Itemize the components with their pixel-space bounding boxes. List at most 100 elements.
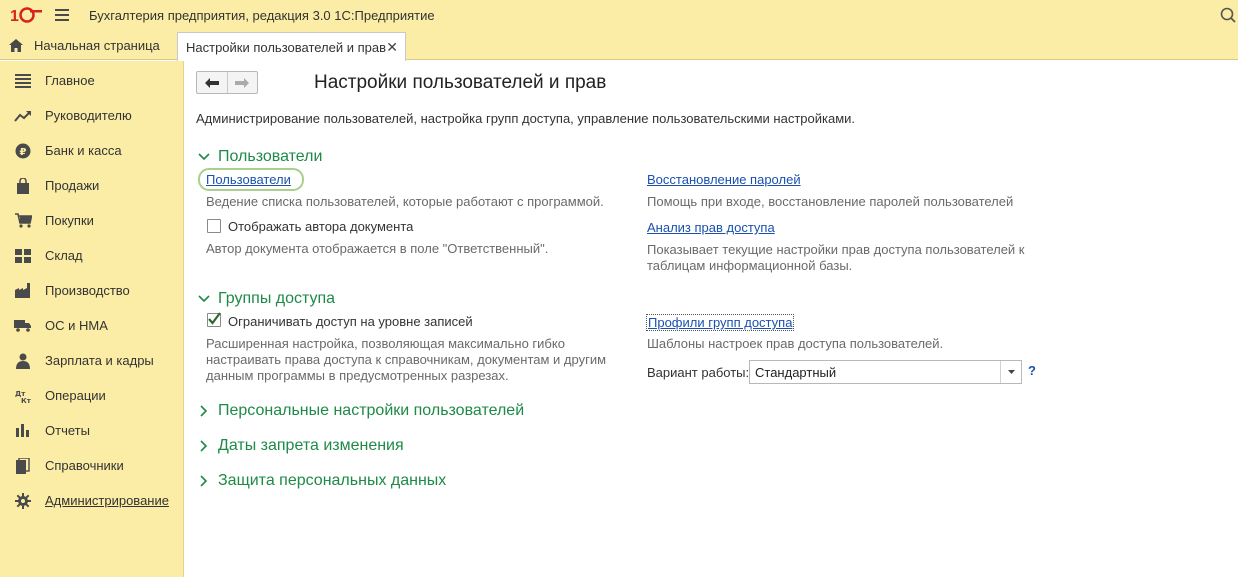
sidebar-item-label: Операции [45, 388, 106, 403]
close-tab-icon[interactable]: ✕ [386, 39, 398, 56]
section-users-header[interactable]: Пользователи [198, 148, 322, 166]
chevron-right-icon [198, 475, 210, 487]
help-button[interactable]: ? [1028, 363, 1036, 378]
section-dates-header[interactable]: Даты запрета изменения [198, 437, 404, 455]
sidebar-item-manager[interactable]: Руководителю [0, 98, 184, 133]
person-icon [14, 352, 32, 370]
app-title: Бухгалтерия предприятия, редакция 3.0 1С… [89, 8, 435, 23]
gear-icon [14, 492, 32, 510]
shopping-bag-icon [14, 177, 32, 195]
restrict-access-checkbox[interactable] [207, 312, 221, 327]
sidebar-item-label: Справочники [45, 458, 124, 473]
show-author-checkbox[interactable] [207, 219, 221, 233]
users-link[interactable]: Пользователи [206, 172, 291, 187]
chevron-right-icon [198, 440, 210, 452]
sidebar-item-label: Производство [45, 283, 130, 298]
sidebar-item-label: Продажи [45, 178, 100, 193]
access-profiles-link[interactable]: Профили групп доступа [646, 314, 795, 331]
dropdown-arrow-icon[interactable] [1000, 361, 1021, 383]
book-icon [14, 457, 32, 475]
sidebar-item-label: Главное [45, 73, 95, 88]
section-privacy-title: Защита персональных данных [218, 472, 447, 489]
svg-text:1: 1 [10, 8, 19, 24]
checkmark-icon [208, 312, 221, 325]
work-mode-label: Вариант работы: [647, 365, 750, 380]
restrict-access-label: Ограничивать доступ на уровне записей [228, 314, 473, 329]
section-groups-title: Группы доступа [218, 290, 336, 307]
menu-lines-icon [14, 72, 32, 90]
1c-logo-icon[interactable]: 1 [10, 6, 42, 24]
sidebar-item-bank[interactable]: ₽ Банк и касса [0, 133, 184, 168]
ruble-coin-icon: ₽ [14, 142, 32, 160]
work-mode-select[interactable]: Стандартный [749, 360, 1022, 384]
section-users-title: Пользователи [218, 148, 323, 165]
truck-icon [14, 317, 32, 335]
trend-chart-icon [14, 107, 32, 125]
sidebar-item-operations[interactable]: Дт Кт Операции [0, 378, 184, 413]
sidebar-item-label: Банк и касса [45, 143, 122, 158]
svg-text:Кт: Кт [21, 397, 32, 404]
sidebar-item-assets[interactable]: ОС и НМА [0, 308, 184, 343]
sidebar-item-salary[interactable]: Зарплата и кадры [0, 343, 184, 378]
chevron-right-icon [198, 405, 210, 417]
access-analysis-hint-line1: Показывает текущие настройки прав доступ… [647, 242, 1025, 257]
sidebar-item-label: Покупки [45, 213, 94, 228]
history-nav [196, 71, 258, 94]
restrict-access-hint-line1: Расширенная настройка, позволяющая макси… [206, 336, 565, 351]
bar-report-icon [14, 422, 32, 440]
sidebar: Главное Руководителю ₽ Банк и касса Прод… [0, 61, 184, 577]
sidebar-item-production[interactable]: Производство [0, 273, 184, 308]
section-personal-header[interactable]: Персональные настройки пользователей [198, 402, 524, 420]
sidebar-item-main[interactable]: Главное [0, 63, 184, 98]
main-menu-icon[interactable] [55, 9, 69, 21]
show-author-hint: Автор документа отображается в поле "Отв… [206, 241, 549, 256]
section-personal-title: Персональные настройки пользователей [218, 402, 525, 419]
sidebar-item-administration[interactable]: Администрирование [0, 483, 184, 518]
sidebar-item-label: Отчеты [45, 423, 90, 438]
tab-home[interactable]: Начальная страница [0, 31, 170, 60]
restore-passwords-hint: Помощь при входе, восстановление паролей… [647, 194, 1014, 209]
arrow-left-icon [204, 77, 219, 88]
section-groups-header[interactable]: Группы доступа [198, 290, 335, 308]
access-analysis-link[interactable]: Анализ прав доступа [647, 220, 775, 235]
tab-home-label: Начальная страница [34, 38, 160, 53]
home-icon [9, 39, 23, 52]
access-profiles-hint: Шаблоны настроек прав доступа пользовате… [647, 336, 944, 351]
section-dates-title: Даты запрета изменения [218, 437, 404, 454]
debit-credit-icon: Дт Кт [14, 387, 32, 405]
factory-icon [14, 282, 32, 300]
sidebar-item-sales[interactable]: Продажи [0, 168, 184, 203]
chevron-down-icon [198, 293, 210, 305]
tab-user-settings-label: Настройки пользователей и прав [186, 39, 386, 55]
warehouse-grid-icon [14, 247, 32, 265]
forward-button[interactable] [226, 72, 257, 93]
svg-text:₽: ₽ [20, 147, 27, 158]
tab-user-settings[interactable]: Настройки пользователей и прав ✕ [177, 32, 406, 61]
chevron-down-icon [198, 151, 210, 163]
sidebar-item-purchases[interactable]: Покупки [0, 203, 184, 238]
show-author-label: Отображать автора документа [228, 219, 414, 234]
sidebar-item-warehouse[interactable]: Склад [0, 238, 184, 273]
sidebar-item-label: Склад [45, 248, 83, 263]
sidebar-item-label: Руководителю [45, 108, 132, 123]
sidebar-item-reports[interactable]: Отчеты [0, 413, 184, 448]
tab-bar: Начальная страница Настройки пользовател… [0, 31, 1238, 61]
search-icon[interactable] [1216, 4, 1238, 26]
restrict-access-hint-line2: настраивать права доступа к справочникам… [206, 352, 607, 367]
back-button[interactable] [197, 72, 227, 93]
restore-passwords-link[interactable]: Восстановление паролей [647, 172, 801, 187]
section-privacy-header[interactable]: Защита персональных данных [198, 472, 446, 490]
work-mode-value: Стандартный [755, 365, 837, 380]
sidebar-item-label: Администрирование [45, 493, 169, 508]
arrow-right-icon [235, 77, 250, 88]
page-description: Администрирование пользователей, настрой… [196, 111, 856, 126]
sidebar-item-catalogs[interactable]: Справочники [0, 448, 184, 483]
access-analysis-hint-line2: таблицам информационной базы. [647, 258, 853, 273]
cart-icon [14, 212, 32, 230]
title-bar: 1 Бухгалтерия предприятия, редакция 3.0 … [0, 0, 1238, 31]
users-hint: Ведение списка пользователей, которые ра… [206, 194, 604, 209]
sidebar-item-label: ОС и НМА [45, 318, 108, 333]
page-title: Настройки пользователей и прав [314, 72, 607, 93]
sidebar-item-label: Зарплата и кадры [45, 353, 154, 368]
restrict-access-hint-line3: данным программы в предусмотренных разре… [206, 368, 509, 383]
